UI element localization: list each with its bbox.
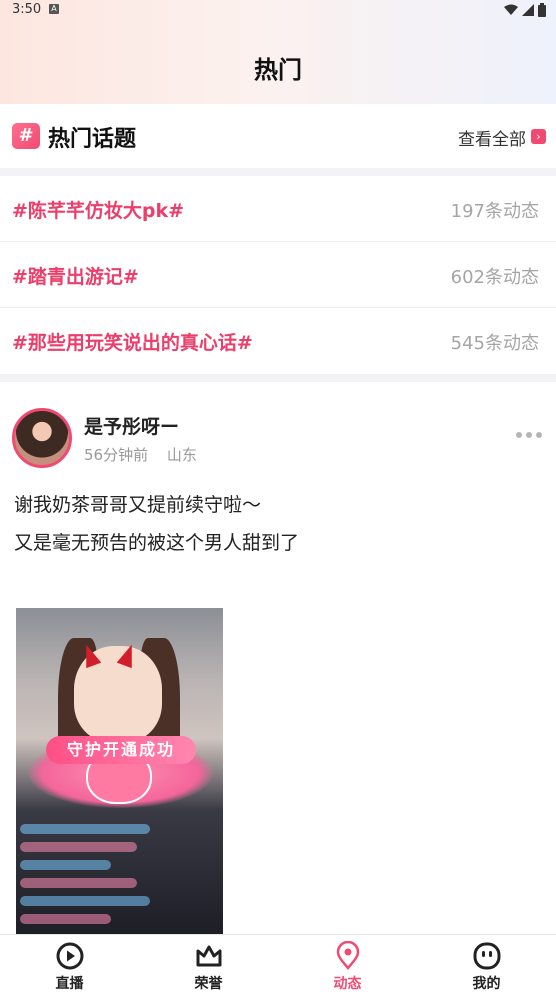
nav-item-honor[interactable]: 荣誉 [139, 935, 278, 995]
nav-item-live[interactable]: 直播 [0, 935, 139, 995]
post-text-line: 谢我奶茶哥哥又提前续守啦～ [14, 494, 262, 516]
post-image[interactable]: 守护开通成功 [16, 608, 223, 934]
avatar[interactable] [12, 408, 72, 468]
post-text-line: 又是毫无预告的被这个男人甜到了 [14, 532, 300, 554]
image-detail [20, 878, 137, 888]
hot-topics-title: 热门话题 [48, 127, 137, 152]
bottom-nav: 直播 荣誉 动态 我的 [0, 934, 556, 995]
chevron-right-icon[interactable]: › [531, 129, 546, 144]
image-banner-text: 守护开通成功 [46, 736, 196, 764]
page-title: 热门 [254, 56, 302, 84]
post-meta: 56分钟前 山东 [84, 444, 211, 465]
more-options-button[interactable] [516, 432, 542, 438]
nav-label: 动态 [333, 976, 362, 992]
image-detail [20, 860, 111, 870]
wifi-icon [504, 4, 518, 15]
hot-topics-header: # 热门话题 查看全部 › [0, 104, 556, 168]
image-chat-overlay [20, 824, 150, 932]
nav-label: 荣誉 [194, 976, 223, 992]
status-time: 3:50 [12, 2, 42, 17]
topic-item[interactable]: #陈芊芊仿妆大pk# 197条动态 [0, 176, 556, 242]
topic-count: 197条动态 [450, 201, 539, 222]
feed-post: 是予彤呀ー 56分钟前 山东 谢我奶茶哥哥又提前续守啦～ 又是毫无预告的被这个男… [0, 382, 556, 934]
page-header: 3:50 A 热门 [0, 0, 556, 104]
hot-topic-list: #陈芊芊仿妆大pk# 197条动态 #踏青出游记# 602条动态 #那些用玩笑说… [0, 176, 556, 374]
image-detail [20, 824, 150, 834]
topic-name: #踏青出游记# [12, 266, 139, 288]
dot-icon [526, 432, 532, 438]
crown-icon [196, 945, 221, 967]
status-icons [504, 3, 546, 17]
image-detail [20, 842, 137, 852]
post-text: 谢我奶茶哥哥又提前续守啦～ 又是毫无预告的被这个男人甜到了 [14, 486, 299, 562]
post-author[interactable]: 是予彤呀ー [84, 412, 179, 439]
nav-item-mine[interactable]: 我的 [417, 935, 556, 995]
play-circle-icon [56, 942, 83, 970]
status-bar: 3:50 A [0, 0, 556, 22]
battery-icon [538, 3, 546, 17]
hashtag-icon: # [12, 123, 40, 149]
face-icon [473, 942, 500, 970]
topic-count: 545条动态 [450, 333, 539, 354]
dot-icon [536, 432, 542, 438]
nav-label: 我的 [472, 976, 501, 992]
topic-count: 602条动态 [450, 267, 539, 288]
post-time: 56分钟前 [84, 446, 149, 464]
view-all-button[interactable]: 查看全部 [458, 125, 526, 150]
topic-name: #那些用玩笑说出的真心话# [12, 332, 253, 354]
post-location: 山东 [166, 446, 197, 464]
dot-icon [516, 432, 522, 438]
nav-label: 直播 [55, 976, 84, 992]
topic-name: #陈芊芊仿妆大pk# [12, 200, 185, 222]
image-detail [20, 896, 150, 906]
nav-item-feed[interactable]: 动态 [278, 935, 417, 995]
topic-item[interactable]: #那些用玩笑说出的真心话# 545条动态 [0, 308, 556, 374]
signal-icon [522, 4, 534, 16]
image-detail [20, 914, 111, 924]
notification-icon: A [49, 4, 59, 14]
topic-item[interactable]: #踏青出游记# 602条动态 [0, 242, 556, 308]
location-pin-icon [336, 941, 359, 970]
